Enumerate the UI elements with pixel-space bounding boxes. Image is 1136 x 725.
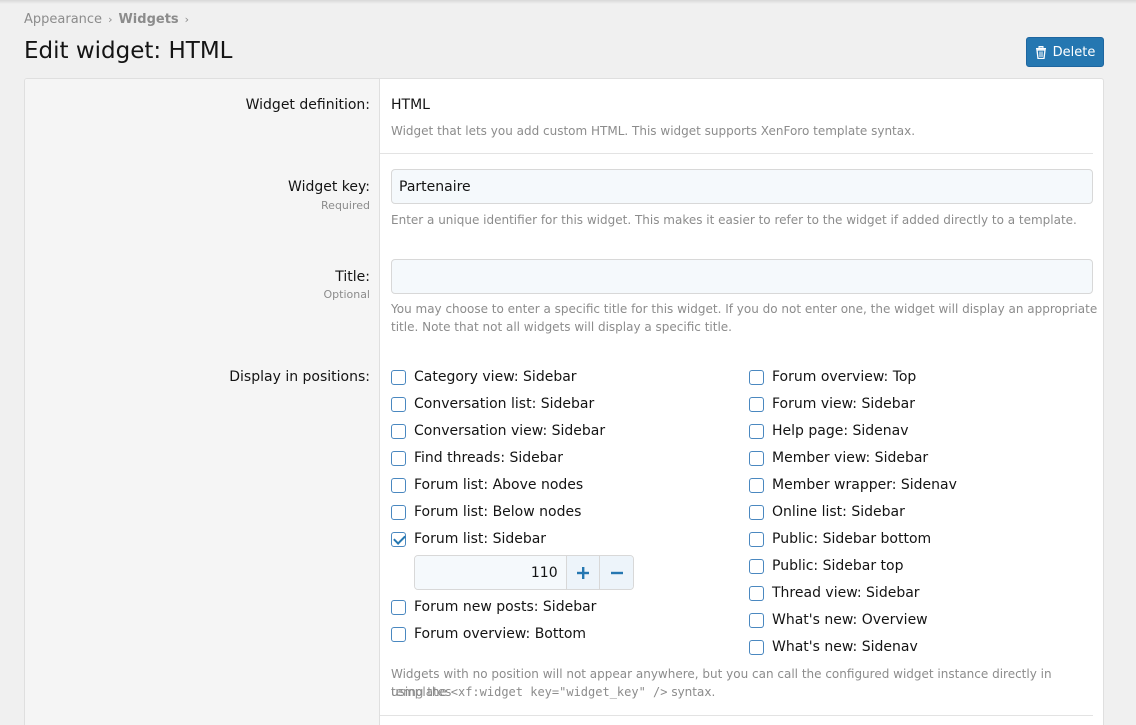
checkbox[interactable]: [749, 423, 764, 439]
positions-explain-code: <xf:widget key="widget_key" />: [450, 685, 668, 699]
position-option-label: Member wrapper: Sidenav: [772, 477, 957, 493]
checkbox-checked[interactable]: [391, 531, 406, 547]
position-option-left-0[interactable]: Category view: Sidebar: [391, 369, 577, 385]
position-option-label: Member view: Sidebar: [772, 450, 929, 466]
order-value-input[interactable]: 110: [415, 556, 566, 589]
positions-label: Display in positions:: [229, 369, 370, 385]
position-option-label: Category view: Sidebar: [414, 369, 577, 385]
widget-key-label: Widget key:: [288, 179, 370, 195]
checkbox[interactable]: [749, 531, 764, 547]
position-option-label: Forum view: Sidebar: [772, 396, 915, 412]
divider: [380, 715, 1093, 716]
position-option-left-7[interactable]: Forum new posts: Sidebar: [391, 599, 596, 615]
position-option-label: Public: Sidebar bottom: [772, 531, 932, 547]
widget-definition-value: HTML: [391, 97, 430, 113]
checkbox[interactable]: [749, 369, 764, 385]
breadcrumb: Appearance › Widgets ›: [24, 12, 195, 27]
checkbox[interactable]: [391, 599, 406, 615]
positions-explain-suffix: syntax.: [671, 685, 716, 699]
positions-explain-line2: using the <xf:widget key="widget_key" />…: [391, 683, 715, 701]
position-option-label: Thread view: Sidebar: [772, 585, 920, 601]
position-option-label: Forum overview: Top: [772, 369, 917, 385]
position-option-label: Forum new posts: Sidebar: [414, 599, 597, 615]
top-shadow: [0, 0, 1136, 4]
checkbox[interactable]: [391, 626, 406, 642]
position-option-right-2[interactable]: Help page: Sidenav: [749, 423, 909, 439]
checkbox[interactable]: [391, 477, 406, 493]
checkbox[interactable]: [391, 396, 406, 412]
widget-definition-label: Widget definition:: [245, 97, 370, 113]
position-option-left-8[interactable]: Forum overview: Bottom: [391, 626, 586, 642]
checkbox[interactable]: [749, 450, 764, 466]
position-option-label: What's new: Overview: [772, 612, 928, 628]
position-option-right-1[interactable]: Forum view: Sidebar: [749, 396, 915, 412]
breadcrumb-separator: ›: [184, 13, 190, 26]
title-input[interactable]: [391, 259, 1093, 294]
widget-key-explain: Enter a unique identifier for this widge…: [391, 213, 1077, 227]
widget-key-input[interactable]: [391, 169, 1093, 204]
position-option-label: Forum overview: Bottom: [414, 626, 587, 642]
position-option-right-10[interactable]: What's new: Sidenav: [749, 639, 918, 655]
position-option-left-2[interactable]: Conversation view: Sidebar: [391, 423, 605, 439]
position-option-right-0[interactable]: Forum overview: Top: [749, 369, 916, 385]
minus-icon: [610, 571, 623, 574]
widget-key-required-hint: Required: [321, 199, 370, 212]
position-option-right-9[interactable]: What's new: Overview: [749, 612, 928, 628]
checkbox[interactable]: [749, 639, 764, 655]
widget-definition-explain: Widget that lets you add custom HTML. Th…: [391, 124, 916, 138]
checkbox[interactable]: [391, 423, 406, 439]
position-option-left-6[interactable]: Forum list: Sidebar: [391, 531, 546, 547]
checkbox[interactable]: [749, 504, 764, 520]
widget-form: Widget definition: HTML Widget that lets…: [24, 78, 1104, 725]
increment-button[interactable]: [565, 556, 600, 589]
checkbox[interactable]: [391, 504, 406, 520]
position-option-label: Forum list: Above nodes: [414, 477, 584, 493]
trash-icon: [1035, 45, 1046, 59]
checkbox[interactable]: [749, 612, 764, 628]
page-title: Edit widget: HTML: [24, 38, 233, 64]
checkbox[interactable]: [749, 396, 764, 412]
position-option-left-3[interactable]: Find threads: Sidebar: [391, 450, 563, 466]
checkbox[interactable]: [749, 477, 764, 493]
position-option-right-3[interactable]: Member view: Sidebar: [749, 450, 928, 466]
delete-button-label: Delete: [1052, 44, 1096, 60]
positions-explain-prefix: using the: [391, 685, 447, 699]
position-option-label: Conversation list: Sidebar: [414, 396, 595, 412]
title-optional-hint: Optional: [323, 288, 370, 301]
position-option-right-5[interactable]: Online list: Sidebar: [749, 504, 905, 520]
checkbox[interactable]: [391, 369, 406, 385]
divider: [380, 153, 1093, 154]
title-explain-line2: title. Note that not all widgets will di…: [391, 320, 732, 334]
breadcrumb-widgets[interactable]: Widgets: [118, 12, 178, 27]
delete-button[interactable]: Delete: [1026, 37, 1104, 67]
checkbox[interactable]: [749, 558, 764, 574]
position-option-left-1[interactable]: Conversation list: Sidebar: [391, 396, 594, 412]
position-option-left-4[interactable]: Forum list: Above nodes: [391, 477, 583, 493]
checkbox[interactable]: [391, 450, 406, 466]
position-option-right-4[interactable]: Member wrapper: Sidenav: [749, 477, 957, 493]
forum-list-sidebar-order-stepper: 110: [414, 555, 634, 590]
position-option-left-5[interactable]: Forum list: Below nodes: [391, 504, 581, 520]
title-explain-line1: You may choose to enter a specific title…: [391, 302, 1098, 316]
position-option-right-6[interactable]: Public: Sidebar bottom: [749, 531, 931, 547]
decrement-button[interactable]: [599, 556, 633, 589]
position-option-label: What's new: Sidenav: [772, 639, 918, 655]
plus-icon: [576, 566, 589, 579]
position-option-label: Forum list: Sidebar: [414, 531, 547, 547]
position-option-label: Help page: Sidenav: [772, 423, 909, 439]
title-label: Title:: [335, 269, 370, 285]
breadcrumb-appearance[interactable]: Appearance: [24, 12, 102, 27]
position-option-right-8[interactable]: Thread view: Sidebar: [749, 585, 920, 601]
position-option-label: Find threads: Sidebar: [414, 450, 563, 466]
position-option-label: Public: Sidebar top: [772, 558, 904, 574]
checkbox[interactable]: [749, 585, 764, 601]
breadcrumb-separator: ›: [108, 13, 113, 26]
position-option-label: Online list: Sidebar: [772, 504, 905, 520]
form-label-column: [25, 79, 380, 725]
position-option-right-7[interactable]: Public: Sidebar top: [749, 558, 904, 574]
position-option-label: Conversation view: Sidebar: [414, 423, 606, 439]
position-option-label: Forum list: Below nodes: [414, 504, 582, 520]
